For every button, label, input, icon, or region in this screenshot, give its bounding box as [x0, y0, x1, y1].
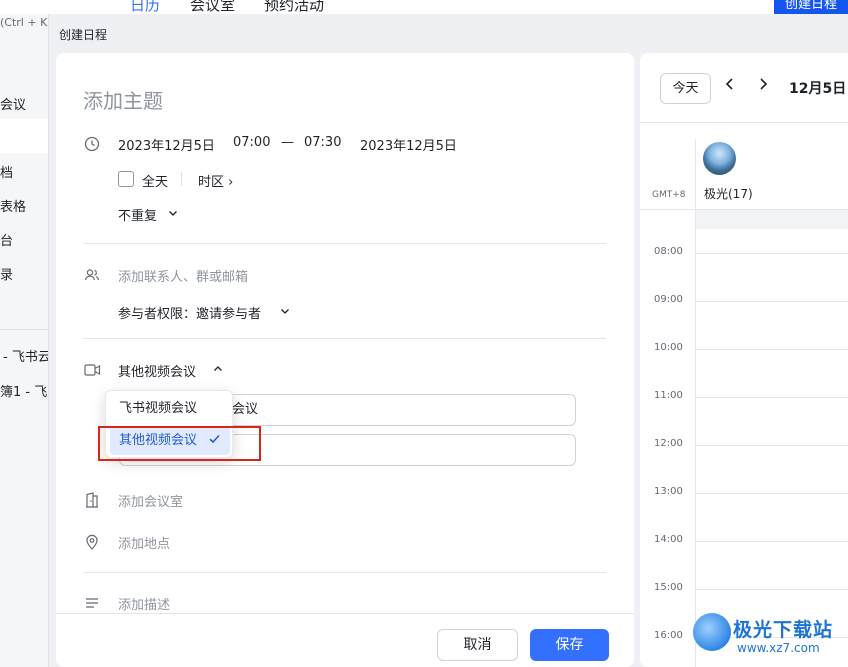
video-camera-icon	[83, 361, 101, 379]
watermark-logo-icon	[693, 613, 731, 651]
location-input[interactable]: 添加地点	[118, 533, 170, 552]
start-date[interactable]: 2023年12月5日	[118, 135, 215, 154]
chevron-up-icon	[211, 362, 225, 376]
calendar-preview: 今天 12月5日 周 极光(17) GMT+8 08:00 09:00 10:0…	[640, 53, 848, 667]
subject-input[interactable]: 添加主题	[83, 85, 163, 114]
start-time[interactable]: 07:00	[233, 135, 270, 150]
highlight-box	[98, 426, 261, 461]
dialog-footer: 取消 保存	[56, 613, 634, 667]
event-form: 添加主题 2023年12月5日 07:00 — 07:30 2023年12月5日…	[56, 53, 634, 667]
timezone-button[interactable]: 时区 ›	[198, 171, 233, 190]
participant-name: 极光(17)	[704, 187, 753, 201]
chevron-down-icon	[278, 304, 292, 318]
sidebar-divider	[0, 329, 48, 330]
all-day-row[interactable]	[696, 210, 848, 229]
hour-label: 14:00	[654, 534, 683, 545]
all-day-label: 全天	[142, 175, 169, 190]
repeat-select[interactable]: 不重复	[118, 205, 157, 224]
contacts-input[interactable]: 添加联系人、群或邮箱	[118, 266, 248, 285]
date-header: 12月5日 周	[789, 81, 848, 97]
chevron-left-icon[interactable]	[724, 77, 736, 95]
sidebar-item[interactable]: 表格	[0, 196, 26, 215]
hour-line	[696, 493, 848, 494]
top-nav: 日历 会议室 预约活动 创建日程	[0, 0, 848, 14]
search-shortcut-hint: (Ctrl + K)	[0, 16, 52, 29]
participant-permission-select[interactable]: 参与者权限：邀请参与者	[118, 303, 261, 322]
meeting-room-icon	[83, 491, 101, 509]
background-sidebar: (Ctrl + K) 会议 档 表格 台 录 - 飞书云 簿1 - 飞	[0, 14, 52, 667]
create-event-button[interactable]: 创建日程	[774, 0, 848, 14]
dialog-title: 创建日程	[59, 28, 108, 42]
today-button[interactable]: 今天	[660, 73, 711, 104]
hour-line	[696, 589, 848, 590]
sidebar-item[interactable]: 档	[0, 162, 13, 181]
hour-label: 12:00	[654, 438, 683, 449]
section-divider	[83, 338, 606, 339]
sidebar-item[interactable]: 录	[0, 264, 13, 283]
sidebar-item[interactable]: 台	[0, 230, 13, 249]
end-date[interactable]: 2023年12月5日	[360, 135, 457, 154]
hour-label: 15:00	[654, 582, 683, 593]
clock-icon	[83, 135, 101, 153]
tab-calendar[interactable]: 日历	[130, 0, 160, 14]
description-input[interactable]: 添加描述	[118, 594, 170, 613]
time-separator: —	[281, 135, 294, 150]
watermark-name: 极光下载站	[733, 619, 834, 641]
hour-label: 09:00	[654, 294, 683, 305]
section-divider	[83, 572, 606, 573]
watermark-url: www.xz7.com	[737, 641, 820, 655]
watermark: 极光下载站 www.xz7.com	[693, 609, 843, 663]
timezone-label: GMT+8	[652, 190, 686, 200]
save-button[interactable]: 保存	[530, 629, 609, 661]
hour-line	[696, 349, 848, 350]
section-divider	[83, 243, 606, 244]
chevron-right-icon[interactable]	[757, 77, 769, 95]
hour-line	[696, 397, 848, 398]
hour-line	[696, 253, 848, 254]
hour-label: 13:00	[654, 486, 683, 497]
all-day-checkbox[interactable]	[118, 171, 134, 187]
hour-label: 10:00	[654, 342, 683, 353]
video-meeting-select[interactable]: 其他视频会议	[118, 361, 196, 380]
tab-booking[interactable]: 预约活动	[264, 0, 324, 14]
hour-label: 16:00	[654, 630, 683, 641]
description-icon	[83, 594, 101, 612]
header-divider	[640, 122, 848, 123]
chevron-down-icon	[166, 206, 180, 220]
hour-line	[696, 445, 848, 446]
create-event-dialog: 创建日程 添加主题 2023年12月5日 07:00 — 07:30 2023年…	[48, 14, 848, 667]
sidebar-item-selected[interactable]	[0, 119, 48, 153]
sidebar-doc-item[interactable]: 簿1 - 飞	[0, 381, 47, 400]
avatar[interactable]	[703, 142, 736, 175]
hour-line	[696, 541, 848, 542]
sidebar-doc-item[interactable]: - 飞书云	[3, 346, 51, 365]
hour-label: 08:00	[654, 246, 683, 257]
hour-label: 11:00	[654, 390, 683, 401]
meeting-room-input[interactable]: 添加会议室	[118, 491, 183, 510]
tab-meeting-room[interactable]: 会议室	[190, 0, 235, 14]
option-label: 飞书视频会议	[119, 401, 198, 416]
location-pin-icon	[83, 533, 101, 551]
dropdown-option-feishu-meeting[interactable]: 飞书视频会议	[110, 395, 230, 423]
hour-line	[696, 301, 848, 302]
end-time[interactable]: 07:30	[304, 135, 341, 150]
row-separator	[181, 172, 182, 186]
cancel-button[interactable]: 取消	[437, 629, 518, 661]
sidebar-item[interactable]: 会议	[0, 94, 26, 113]
contacts-icon	[83, 266, 101, 284]
